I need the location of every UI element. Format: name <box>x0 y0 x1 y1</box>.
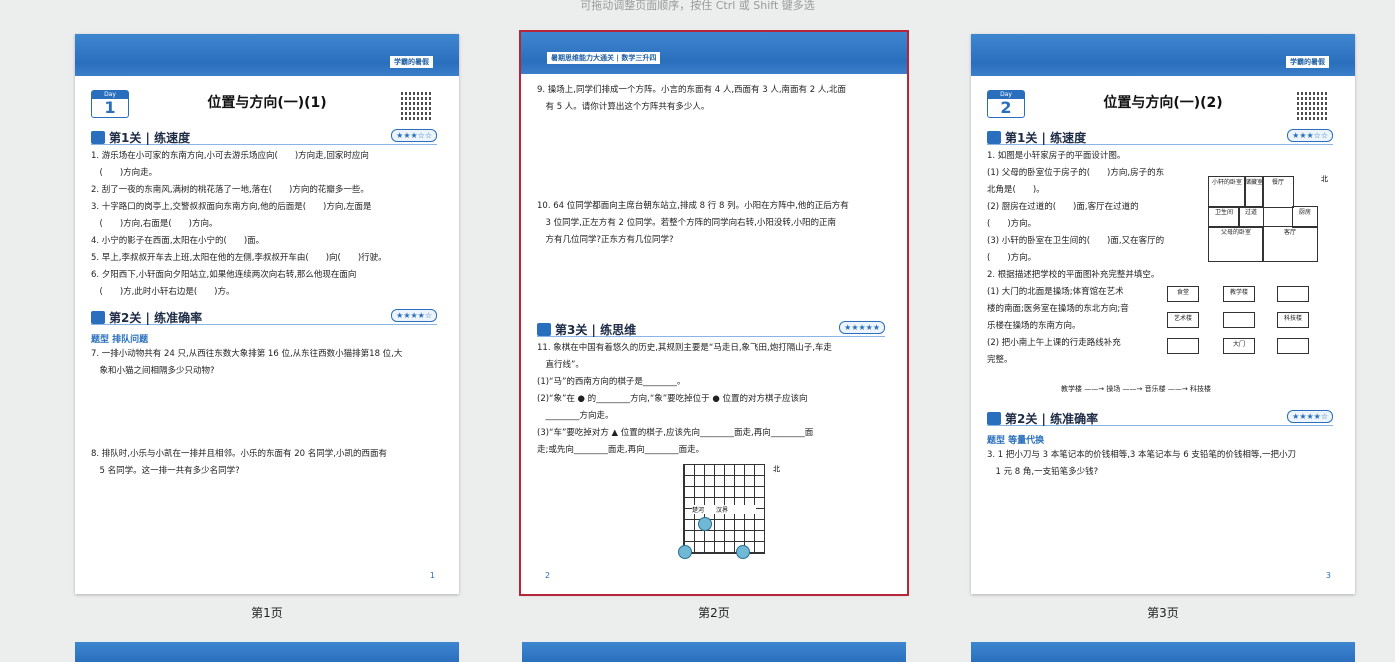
difficulty-stars: ★★★★☆ <box>391 309 437 322</box>
question-7: 7. 一排小动物共有 24 只,从西往东数大象排第 16 位,从东往西数小猫排第… <box>91 349 403 376</box>
question-list: 1. 如图是小轩家房子的平面设计图。 (1) 父母的卧室位于房子的( )方向,房… <box>987 151 1165 365</box>
section-icon <box>91 131 105 144</box>
qr-code-icon <box>1297 92 1327 122</box>
question-11: 11. 象棋在中国有着悠久的历史,其规则主要是“马走日,象飞田,炮打隔山子,车走… <box>537 343 832 455</box>
page-thumbnail-2[interactable]: 暑期思维能力大通关 | 数学三升四 9. 操场上,同学们排成一个方阵。小言的东面… <box>519 30 909 596</box>
page-thumbnail-5[interactable] <box>522 642 906 662</box>
north-label: 北 <box>1321 175 1328 183</box>
page-thumbnail-4[interactable] <box>75 642 459 662</box>
question-type: 题型 等量代换 <box>987 436 1045 446</box>
reorder-hint: 可拖动调整页面顺序，按住 Ctrl 或 Shift 键多选 <box>580 0 815 12</box>
page-caption-2: 第2页 <box>698 606 730 620</box>
page-number: 1 <box>429 571 435 580</box>
section-icon <box>987 412 1001 425</box>
section-header: 第1关 | 练速度 ★★★☆☆ <box>91 129 437 145</box>
page-thumbnail-6[interactable] <box>971 642 1355 662</box>
page-header-band: 学霸的暑假 <box>971 34 1355 76</box>
difficulty-stars: ★★★★☆ <box>1287 410 1333 423</box>
difficulty-stars: ★★★☆☆ <box>391 129 437 142</box>
section-header: 第1关 | 练速度 ★★★☆☆ <box>987 129 1333 145</box>
page-header-tag: 学霸的暑假 <box>1286 56 1329 68</box>
question-8: 8. 排队时,小乐与小凯在一排并且相邻。小乐的东面有 20 名同学,小凯的西面有… <box>91 449 387 476</box>
page-number: 2 <box>545 571 551 580</box>
question-list: 1. 游乐场在小可家的东南方向,小可去游乐场应向( )方向走,回家时应向 ( )… <box>91 151 387 297</box>
page-caption-1: 第1页 <box>251 606 283 620</box>
page-header-tag: 暑期思维能力大通关 | 数学三升四 <box>547 52 661 64</box>
page-number: 3 <box>1325 571 1331 580</box>
section-icon <box>91 311 105 324</box>
chess-piece-horse <box>698 517 712 531</box>
difficulty-stars: ★★★★★ <box>839 321 885 334</box>
page-caption-3: 第3页 <box>1147 606 1179 620</box>
question-9: 9. 操场上,同学们排成一个方阵。小言的东面有 4 人,西面有 3 人,南面有 … <box>537 85 847 112</box>
page-header-tag: 学霸的暑假 <box>390 56 433 68</box>
section-header: 第2关 | 练准确率 ★★★★☆ <box>91 309 437 325</box>
page-header-band: 暑期思维能力大通关 | 数学三升四 <box>521 32 907 74</box>
section-header: 第2关 | 练准确率 ★★★★☆ <box>987 410 1333 426</box>
page-header-band: 学霸的暑假 <box>75 34 459 76</box>
question-3: 3. 1 把小刀与 3 本笔记本的价钱相等,3 本笔记本与 6 支铅笔的价钱相等… <box>987 450 1297 477</box>
page-thumbnail-3[interactable]: 学霸的暑假 Day 2 位置与方向(一)(2) 第1关 | 练速度 ★★★☆☆ … <box>971 34 1355 594</box>
route-diagram: 教学楼 ——→ 操场 ——→ 音乐楼 ——→ 科技楼 <box>1061 385 1211 393</box>
chess-piece-car <box>678 545 692 559</box>
chess-piece-elephant <box>736 545 750 559</box>
section-icon <box>537 323 551 336</box>
chess-board: 楚河 汉界 <box>678 464 765 559</box>
qr-code-icon <box>401 92 431 122</box>
section-header: 第3关 | 练思维 ★★★★★ <box>537 321 885 337</box>
question-10: 10. 64 位同学都面向主席台朝东站立,排成 8 行 8 列。小阳在方阵中,他… <box>537 201 849 245</box>
question-type: 题型 排队问题 <box>91 335 149 345</box>
page-thumbnail-1[interactable]: 学霸的暑假 Day 1 位置与方向(一)(1) 第1关 | 练速度 ★★★☆☆ … <box>75 34 459 594</box>
north-label: 北 <box>773 465 780 473</box>
difficulty-stars: ★★★☆☆ <box>1287 129 1333 142</box>
section-icon <box>987 131 1001 144</box>
